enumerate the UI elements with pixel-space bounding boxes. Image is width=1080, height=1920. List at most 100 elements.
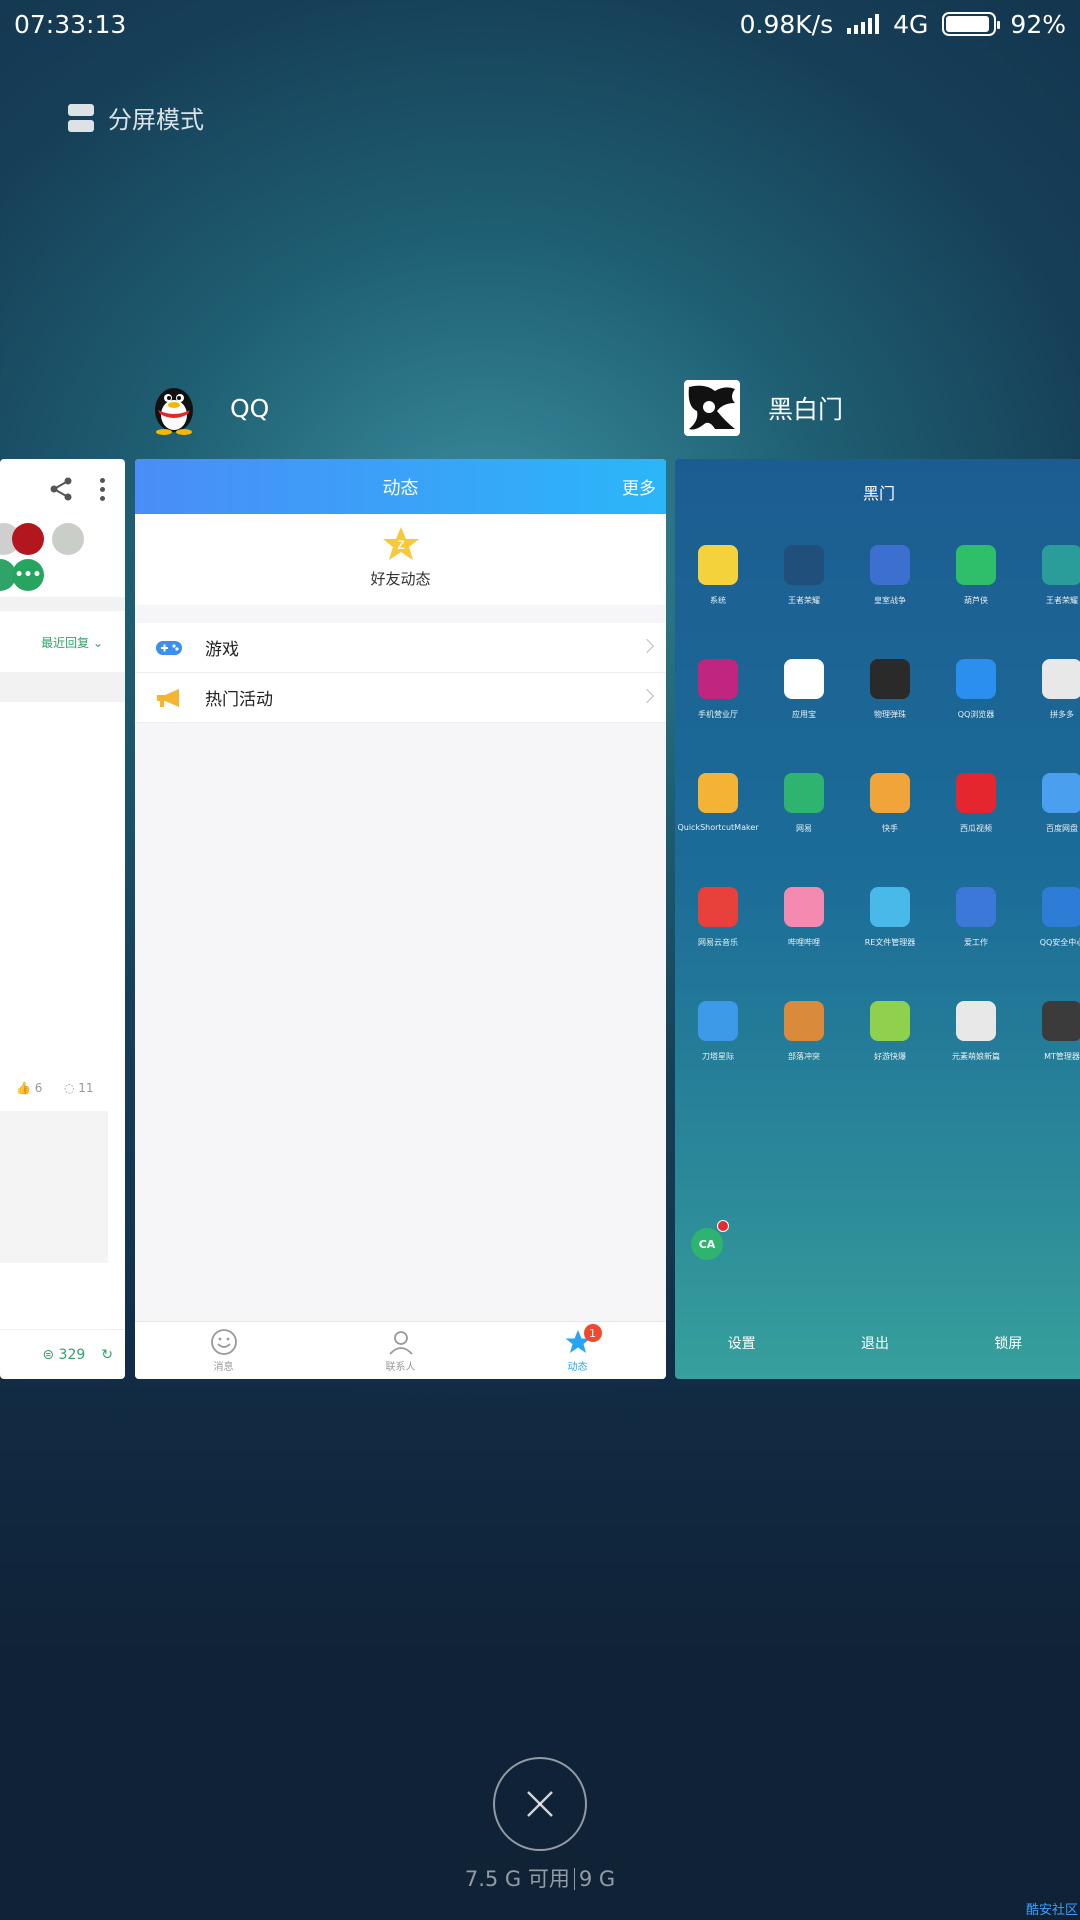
heimen-app-label: 皇室战争 bbox=[874, 596, 906, 605]
avatar[interactable] bbox=[12, 523, 44, 555]
heimen-app-item[interactable]: 拼多多 bbox=[1019, 659, 1080, 720]
heimen-app-item[interactable]: 元素萌娘新篇 bbox=[933, 1001, 1019, 1062]
heimen-app-label: 西瓜视频 bbox=[960, 824, 992, 833]
app-header-qq[interactable]: QQ bbox=[146, 380, 269, 436]
heimen-app-item[interactable]: 爱工作 bbox=[933, 887, 1019, 948]
status-time: 07:33:13 bbox=[14, 9, 127, 39]
qq-more-button[interactable]: 更多 bbox=[622, 474, 656, 499]
heimen-app-item[interactable]: 西瓜视频 bbox=[933, 773, 1019, 834]
share-icon[interactable] bbox=[48, 476, 74, 502]
heimen-app-item[interactable]: 葫芦侠 bbox=[933, 545, 1019, 606]
tab-label: 消息 bbox=[213, 1362, 234, 1373]
qq-menu-item-label: 热门活动 bbox=[205, 690, 273, 710]
split-screen-button[interactable]: 分屏模式 bbox=[68, 100, 204, 135]
tab-contacts[interactable]: 联系人 bbox=[312, 1322, 489, 1379]
avatar[interactable] bbox=[52, 523, 84, 555]
heimen-app-item[interactable]: 手机营业厅 bbox=[675, 659, 761, 720]
recent-reply-sort[interactable]: 最近回复 ⌄ bbox=[41, 634, 103, 651]
heimen-exit-button[interactable]: 退出 bbox=[861, 1333, 889, 1353]
heimen-app-item[interactable]: 王者荣耀 bbox=[761, 545, 847, 606]
heimen-app-item[interactable]: QuickShortcutMaker bbox=[675, 773, 761, 832]
more-vertical-icon[interactable] bbox=[100, 477, 105, 501]
memory-info: 7.5 G 可用 9 G bbox=[0, 1863, 1080, 1893]
person-icon bbox=[388, 1331, 413, 1355]
chevron-right-icon bbox=[639, 638, 655, 654]
heimen-app-item[interactable]: QQ安全中心 bbox=[1019, 887, 1080, 948]
heimen-app-label: 部落冲突 bbox=[788, 1052, 820, 1061]
heimen-app-item[interactable]: 快手 bbox=[847, 773, 933, 834]
like-count[interactable]: 👍 6 bbox=[16, 1081, 42, 1095]
app-card-left[interactable]: ••• 最近回复 ⌄ 👍 6 ◌ 11 ⊜ 329 ↻ bbox=[0, 459, 125, 1379]
battery-icon bbox=[942, 12, 1001, 36]
heimen-app-item[interactable]: 部落冲突 bbox=[761, 1001, 847, 1062]
app-icon bbox=[698, 887, 738, 927]
tab-label: 联系人 bbox=[385, 1362, 416, 1373]
heimen-app-item[interactable]: 王者荣耀 bbox=[1019, 545, 1080, 606]
heimen-app-label: 网易云音乐 bbox=[698, 938, 738, 947]
heimen-app-item[interactable]: RE文件管理器 bbox=[847, 887, 933, 948]
heimen-app-label: 爱工作 bbox=[964, 938, 988, 947]
tab-messages[interactable]: 消息 bbox=[135, 1322, 312, 1379]
app-icon bbox=[784, 1001, 824, 1041]
app-icon bbox=[698, 773, 738, 813]
qq-friends-feed[interactable]: Z 好友动态 bbox=[135, 514, 666, 605]
app-icon bbox=[698, 545, 738, 585]
split-screen-icon bbox=[68, 103, 94, 132]
app-name-qq: QQ bbox=[230, 393, 270, 423]
heimen-app-label: QuickShortcutMaker bbox=[677, 823, 759, 832]
heimen-app-item[interactable]: 刀塔星际 bbox=[675, 1001, 761, 1062]
app-icon bbox=[1042, 773, 1080, 813]
comment-count[interactable]: ◌ 11 bbox=[64, 1081, 94, 1095]
app-icon bbox=[698, 659, 738, 699]
heimen-app-item[interactable]: 系统 bbox=[675, 545, 761, 606]
close-icon bbox=[527, 1791, 553, 1817]
app-icon bbox=[1042, 545, 1080, 585]
more-dots-icon[interactable]: ••• bbox=[12, 559, 44, 591]
qq-menu-item-events[interactable]: 热门活动 bbox=[135, 673, 666, 723]
heimen-app-item[interactable]: 好游快爆 bbox=[847, 1001, 933, 1062]
app-icon bbox=[1042, 1001, 1080, 1041]
heimen-app-label: MT管理器 bbox=[1044, 1052, 1080, 1061]
heimen-app-item[interactable]: MT管理器 bbox=[1019, 1001, 1080, 1062]
forward-icon[interactable]: ↻ bbox=[101, 1347, 113, 1363]
qq-menu-item-games[interactable]: 游戏 bbox=[135, 623, 666, 673]
heimen-app-item[interactable]: 物理弹珠 bbox=[847, 659, 933, 720]
smile-icon bbox=[210, 1329, 237, 1355]
qq-friends-feed-label: 好友动态 bbox=[370, 570, 431, 588]
qq-menu-item-label: 游戏 bbox=[205, 640, 239, 660]
heimen-app-label: 王者荣耀 bbox=[788, 596, 820, 605]
battery-percent: 92% bbox=[1010, 9, 1066, 39]
megaphone-icon bbox=[157, 688, 179, 707]
qq-penguin-icon bbox=[146, 380, 202, 436]
heimen-app-item[interactable]: 网易云音乐 bbox=[675, 887, 761, 948]
content-placeholder bbox=[0, 1111, 108, 1263]
status-right: 0.98K/s 4G 92% bbox=[740, 10, 1066, 39]
heimen-app-label: QQ安全中心 bbox=[1039, 938, 1080, 947]
heimen-lock-button[interactable]: 锁屏 bbox=[994, 1333, 1022, 1353]
app-icon bbox=[870, 887, 910, 927]
heimen-settings-button[interactable]: 设置 bbox=[728, 1333, 756, 1353]
heimen-app-item[interactable]: QQ浏览器 bbox=[933, 659, 1019, 720]
heimen-app-item[interactable]: 哔哩哔哩 bbox=[761, 887, 847, 948]
app-name-heibaimen: 黑白门 bbox=[768, 395, 844, 424]
heimen-app-label: 好游快爆 bbox=[874, 1052, 906, 1061]
app-icon bbox=[956, 659, 996, 699]
clear-all-button[interactable] bbox=[493, 1757, 587, 1851]
heimen-app-label: 物理弹珠 bbox=[874, 710, 906, 719]
heimen-app-item[interactable]: 百度网盘 bbox=[1019, 773, 1080, 834]
floating-ball-icon[interactable]: CA bbox=[691, 1220, 729, 1260]
app-card-heibaimen[interactable]: 黑门 系统 王者荣耀 皇室战争 葫芦侠 王者荣耀 手机营业厅 应用宝 物理弹珠 QQ浏览器 拼多多… bbox=[675, 459, 1080, 1379]
tab-label: 动态 bbox=[567, 1362, 588, 1373]
reply-count[interactable]: ⊜ 329 bbox=[42, 1347, 85, 1363]
app-card-qq[interactable]: 动态 更多 Z 好友动态 游戏 热门活动 消息 联系人 动态 1 bbox=[135, 459, 666, 1379]
tab-feed[interactable]: 动态 1 bbox=[489, 1322, 666, 1379]
heimen-app-item[interactable]: 网易 bbox=[761, 773, 847, 834]
heimen-app-item[interactable]: 应用宝 bbox=[761, 659, 847, 720]
app-header-heibaimen[interactable]: 黑白门 bbox=[684, 380, 843, 436]
memory-available: 7.5 G 可用 bbox=[464, 1867, 570, 1891]
status-bar: 07:33:13 0.98K/s 4G 92% bbox=[0, 0, 1080, 48]
heimen-app-label: 快手 bbox=[882, 824, 898, 833]
qq-tab-bar: 消息 联系人 动态 1 bbox=[135, 1321, 666, 1379]
heimen-app-item[interactable]: 皇室战争 bbox=[847, 545, 933, 606]
memory-total: 9 G bbox=[578, 1867, 616, 1891]
